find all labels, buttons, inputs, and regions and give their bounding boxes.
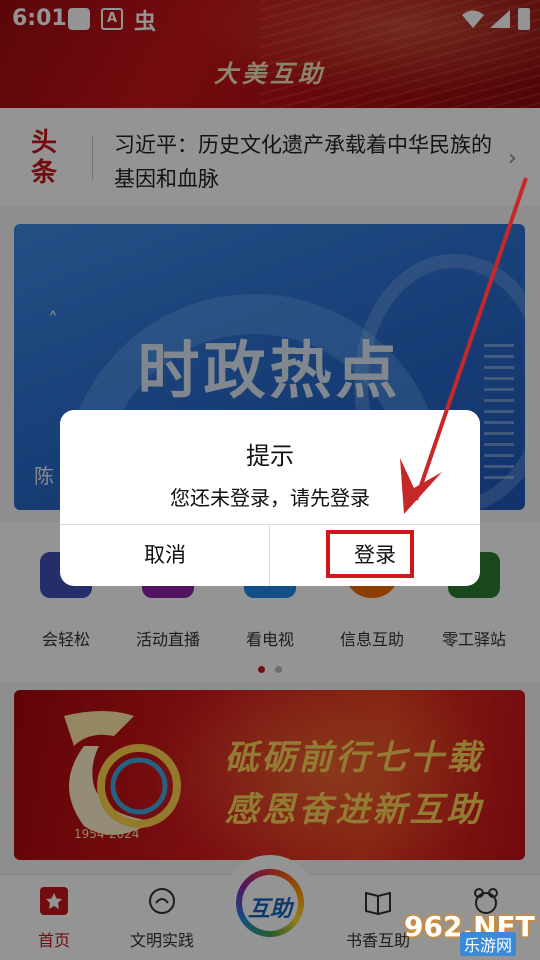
dialog-title: 提示 <box>246 442 294 470</box>
watermark-bottom: 乐游网 <box>460 932 517 956</box>
cancel-button[interactable]: 取消 <box>60 524 270 586</box>
highlight-box <box>326 530 414 578</box>
dialog-message: 您还未登录，请先登录 <box>170 486 370 510</box>
login-prompt-dialog: 提示 您还未登录，请先登录 取消 登录 <box>60 410 480 586</box>
site-watermark: 962.NET 乐游网 <box>400 910 536 956</box>
